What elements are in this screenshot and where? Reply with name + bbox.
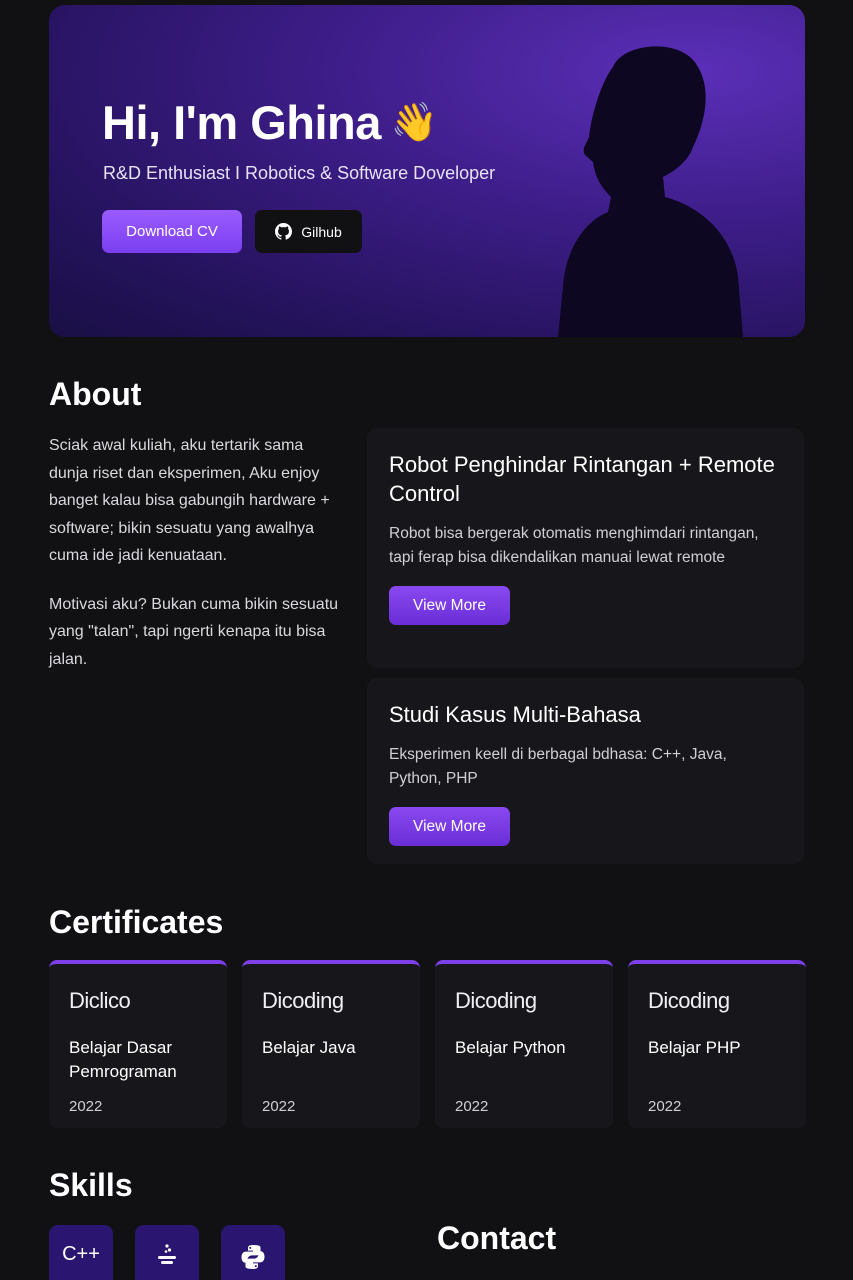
certificate-card[interactable]: Dicoding Belajar PHP 2022 [628,960,806,1128]
certificate-card[interactable]: Dicoding Belajar Java 2022 [242,960,420,1128]
hero-greeting-text: Hi, I'm Ghina [102,96,381,149]
certificate-title: Belajar Java [262,1038,356,1057]
dicoding-logo: Diclico [69,988,131,1013]
project-card-robot: Robot Penghindar Rintangan + Remote Cont… [367,428,804,668]
about-title: About [49,376,142,412]
certificate-title: Belajar PHP [648,1038,741,1057]
github-button[interactable]: Gilhub [255,210,362,253]
view-more-button[interactable]: View More [389,807,510,846]
skills-title: Skills [49,1167,133,1203]
dicoding-logo: Dicoding [648,988,730,1013]
project-desc: Eksperimen keell di berbagal bdhasa: C++… [389,746,727,787]
about-paragraph-2: Motivasi aku? Bukan cuma bikin sesuatu y… [49,595,339,668]
certificate-year: 2022 [69,1098,103,1115]
certificates-title: Certificates [49,904,224,940]
skill-python [221,1225,285,1280]
java-icon [158,1244,176,1264]
certificate-title: Belajar Python [455,1038,566,1057]
project-title: Studi Kasus Multi-Bahasa [389,702,641,727]
certificate-year: 2022 [262,1098,296,1115]
hero-greeting: Hi, I'm Ghina 👋 [102,95,438,150]
hero-subtitle: R&D Enthusiast I Robotics & Software Dov… [103,163,496,183]
cpp-icon: C++ [62,1243,100,1265]
waving-hand-icon: 👋 [390,101,438,144]
certificate-year: 2022 [648,1098,682,1115]
person-silhouette-image [558,46,743,337]
about-paragraph-1: Sciak awal kuliah, aku tertarik sama dun… [49,437,330,564]
certificate-year: 2022 [455,1098,489,1115]
github-button-label: Gilhub [301,223,342,240]
hero-banner: Hi, I'm Ghina 👋 R&D Enthusiast I Robotic… [49,5,805,337]
view-more-button[interactable]: View More [389,586,510,625]
skill-cpp: C++ [49,1225,113,1280]
contact-title: Contact [437,1220,557,1256]
dicoding-logo: Dicoding [455,988,537,1013]
github-icon [275,223,293,240]
about-text: Sciak awal kuliah, aku tertarik sama dun… [49,432,339,673]
certificate-title: Belajar Dasar Pemrograman [69,1038,177,1081]
certificate-card[interactable]: Diclico Belajar Dasar Pemrograman 2022 [49,960,227,1128]
skill-java [135,1225,199,1280]
project-desc: Robot bisa bergerak otomatis menghimdari… [389,525,759,566]
python-icon [241,1245,265,1269]
dicoding-logo: Dicoding [262,988,344,1013]
project-title: Robot Penghindar Rintangan + Remote Cont… [389,452,775,506]
project-card-multilang: Studi Kasus Multi-Bahasa Eksperimen keel… [367,678,804,864]
download-cv-button[interactable]: Download CV [102,210,242,253]
certificate-card[interactable]: Dicoding Belajar Python 2022 [435,960,613,1128]
